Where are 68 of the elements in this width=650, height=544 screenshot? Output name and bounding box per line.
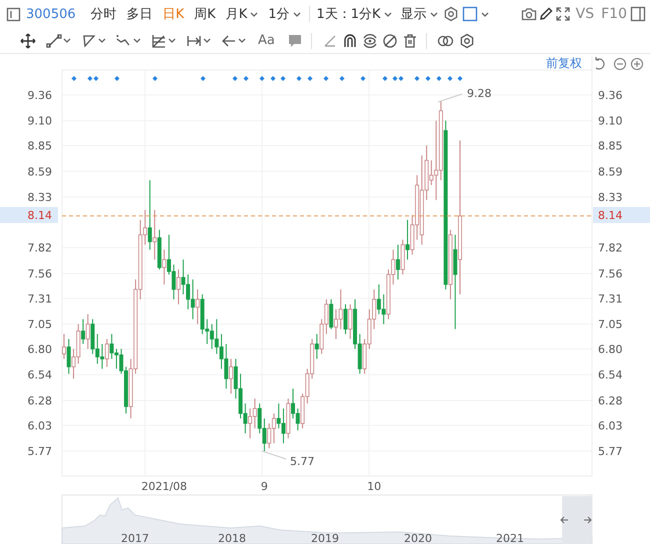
- candlestick: [86, 314, 90, 350]
- compare-button[interactable]: VS: [572, 2, 598, 26]
- price-axis-label: 7.31: [598, 292, 622, 306]
- candlestick: [329, 298, 334, 330]
- price-axis-label: 6.80: [598, 342, 622, 356]
- candlestick: [343, 304, 348, 335]
- year-label: 2020: [404, 532, 432, 544]
- candlestick: [228, 358, 233, 394]
- adjust-mode-link[interactable]: 前复权: [546, 56, 582, 70]
- price-axis-label: 7.82: [28, 242, 52, 255]
- year-label: 2019: [311, 532, 339, 544]
- low-price-label: 5.77: [290, 455, 314, 468]
- year-label: 2017: [121, 532, 149, 544]
- period-tab[interactable]: 周K: [190, 2, 220, 26]
- candlestick: [396, 244, 400, 280]
- text-tool-button[interactable]: Aa: [256, 33, 277, 48]
- price-axis-label: 6.03: [598, 419, 622, 432]
- price-axis-label: 8.59: [598, 165, 622, 178]
- range-dropdown[interactable]: 1天：1分K: [312, 2, 396, 26]
- price-axis-label: 8.85: [598, 139, 622, 152]
- candlestick: [162, 249, 166, 285]
- price-tag: 8.14: [598, 209, 622, 222]
- candlestick: [148, 180, 152, 250]
- candlestick: [406, 219, 410, 260]
- price-axis-label: 7.05: [28, 318, 52, 332]
- price-axis-label: 8.33: [598, 191, 622, 204]
- candlestick: [104, 338, 109, 368]
- candlestick: [66, 338, 71, 374]
- price-axis-label: 7.82: [598, 242, 622, 255]
- high-price-label: 9.28: [467, 87, 492, 100]
- price-axis-label: 8.59: [28, 165, 52, 178]
- price-axis-label: 7.05: [598, 318, 622, 332]
- price-axis-label: 6.80: [28, 342, 52, 356]
- price-axis-label: 6.54: [598, 368, 622, 382]
- period-tab[interactable]: 多日: [122, 2, 157, 26]
- date-axis-label: 9: [260, 480, 268, 493]
- year-label: 2021: [496, 532, 524, 544]
- price-axis-label: 6.28: [598, 394, 622, 408]
- price-axis-label: 7.56: [598, 268, 622, 280]
- period-dropdown[interactable]: 1分: [264, 2, 305, 26]
- price-axis-label: 7.56: [28, 268, 52, 280]
- price-axis-label: 9.10: [598, 114, 622, 128]
- price-axis-label: 6.54: [28, 368, 52, 382]
- year-label: 2018: [218, 532, 246, 544]
- period-tab[interactable]: 分时: [86, 2, 121, 26]
- price-axis-label: 8.33: [28, 191, 52, 204]
- candlestick: [196, 288, 200, 325]
- price-axis-label: 7.31: [28, 292, 52, 306]
- date-axis-label: 2021/08: [141, 480, 188, 493]
- candlestick: [176, 269, 181, 305]
- price-axis-label: 9.36: [28, 88, 52, 102]
- price-axis-label: 6.28: [28, 394, 52, 408]
- candlestick: [81, 318, 86, 344]
- f10-button[interactable]: F10: [599, 2, 629, 26]
- price-axis-label: 5.77: [598, 445, 622, 458]
- period-dropdown[interactable]: 月K: [222, 2, 262, 26]
- price-axis-label: 8.85: [28, 139, 52, 152]
- price-axis-label: 5.77: [28, 445, 52, 458]
- price-axis-label: 6.03: [28, 419, 52, 432]
- stock-code[interactable]: 300506: [22, 2, 80, 26]
- candlestick: [314, 334, 319, 360]
- price-axis-label: 9.36: [598, 88, 622, 102]
- candlestick: [348, 304, 352, 340]
- display-dropdown[interactable]: 显示: [396, 2, 442, 26]
- candlestick: [152, 209, 157, 260]
- date-axis-label: 10: [367, 480, 382, 493]
- price-tag: 8.14: [28, 209, 52, 222]
- price-axis-label: 9.10: [28, 114, 52, 128]
